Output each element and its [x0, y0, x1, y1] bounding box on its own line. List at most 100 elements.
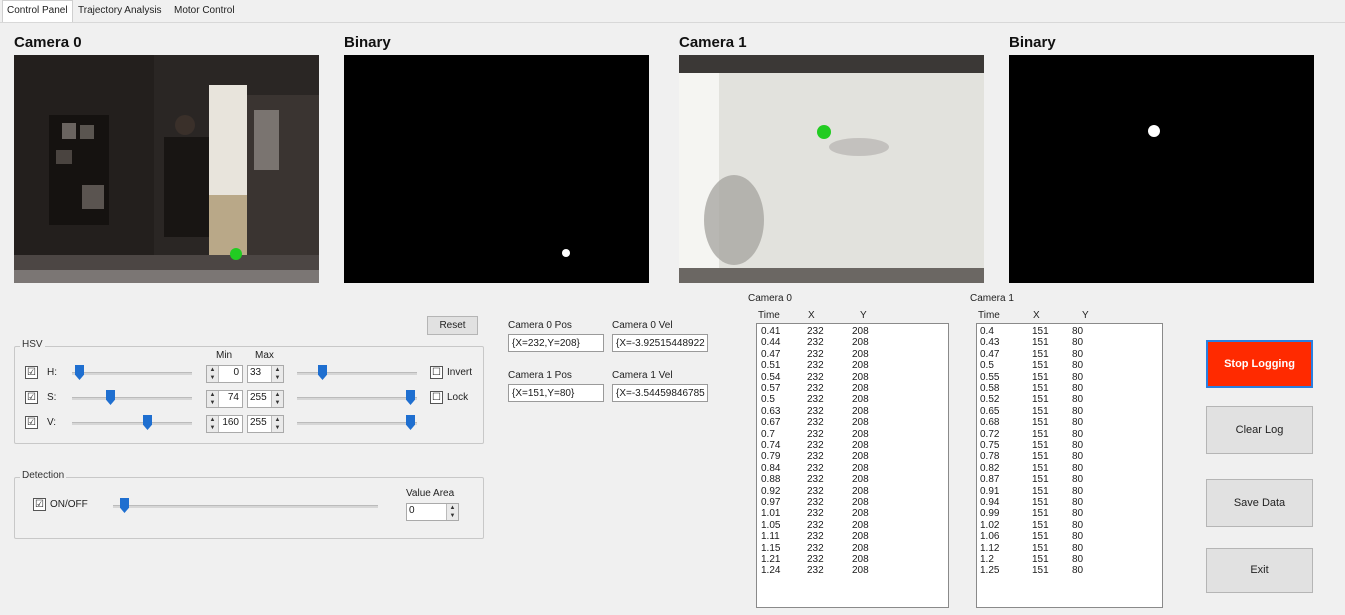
- v-max-value[interactable]: 255: [250, 417, 267, 428]
- spinner-arrows-icon[interactable]: ▲ ▼: [207, 366, 219, 382]
- camera-1-vel-field[interactable]: {X=-3.54459846785: [612, 384, 708, 402]
- spinner-arrows-icon[interactable]: ▲ ▼: [446, 504, 458, 520]
- binary-0-image: [344, 55, 649, 283]
- log-cell-y: 208: [852, 440, 869, 451]
- v-min-spinner[interactable]: ▲ ▼ 160: [206, 415, 243, 433]
- camera-0-pos-field[interactable]: {X=232,Y=208}: [508, 334, 604, 352]
- log-cell-time: 0.68: [980, 417, 1000, 429]
- h-min-value[interactable]: 0: [233, 367, 239, 378]
- log-cell-y: 80: [1072, 462, 1084, 474]
- spinner-arrows-icon[interactable]: ▲ ▼: [207, 391, 219, 407]
- spinner-arrows-icon[interactable]: ▲ ▼: [207, 416, 219, 432]
- v-checkbox[interactable]: ☑: [25, 416, 38, 429]
- h-max-spinner[interactable]: 33 ▲ ▼: [247, 365, 284, 383]
- log-cell-x: 151: [1032, 440, 1049, 451]
- s-max-spinner[interactable]: 255 ▲ ▼: [247, 390, 284, 408]
- log-cell-time: 1.2: [980, 554, 994, 565]
- log-cell-time: 1.01: [761, 508, 781, 520]
- spinner-arrows-icon[interactable]: ▲ ▼: [271, 391, 283, 407]
- value-area-spinner[interactable]: 0 ▲ ▼: [406, 503, 459, 521]
- log-cell-y: 80: [1072, 485, 1084, 497]
- invert-checkbox[interactable]: ☐: [430, 366, 443, 379]
- log-cell-time: 0.51: [761, 360, 781, 372]
- tab-trajectory-analysis[interactable]: Trajectory Analysis: [74, 2, 166, 20]
- log-cell-time: 0.79: [761, 451, 781, 463]
- camera-0-title: Camera 0: [14, 34, 82, 51]
- spinner-arrows-icon[interactable]: ▲ ▼: [271, 366, 283, 382]
- spinner-arrows-icon[interactable]: ▲ ▼: [271, 416, 283, 432]
- camera-0-pos-label: Camera 0 Pos: [508, 320, 572, 331]
- s-min-spinner[interactable]: ▲ ▼ 74: [206, 390, 243, 408]
- camera-1-pos-field[interactable]: {X=151,Y=80}: [508, 384, 604, 402]
- camera-0-vel-label: Camera 0 Vel: [612, 320, 673, 331]
- log-cell-x: 232: [807, 474, 824, 486]
- v-min-slider-track[interactable]: [72, 422, 192, 425]
- stop-logging-button[interactable]: Stop Logging: [1206, 340, 1313, 388]
- save-data-button[interactable]: Save Data: [1206, 479, 1313, 527]
- exit-button[interactable]: Exit: [1206, 548, 1313, 593]
- s-max-slider-track[interactable]: [297, 397, 417, 400]
- detection-onoff-checkbox[interactable]: ☑: [33, 498, 46, 511]
- log-cell-x: 232: [807, 531, 824, 543]
- log-cell-y: 80: [1072, 554, 1084, 565]
- log-cell-y: 208: [852, 451, 869, 463]
- camera-1-log-list[interactable]: 0.4 151 80 0.43 151 80 0.47 151 80 0.5 151 80 0.55 15…: [976, 323, 1163, 608]
- reset-button[interactable]: Reset: [427, 316, 478, 335]
- camera-0-log-label: Camera 0: [748, 293, 792, 304]
- log-cell-y: 80: [1072, 394, 1084, 406]
- log-cell-time: 0.84: [761, 462, 781, 474]
- detection-group-label: Detection: [20, 470, 67, 481]
- log-cell-y: 80: [1072, 371, 1084, 383]
- log-cell-x: 151: [1032, 337, 1049, 349]
- max-label: Max: [255, 350, 274, 361]
- log-cell-x: 151: [1032, 554, 1049, 565]
- log-cell-y: 208: [852, 531, 869, 543]
- log-cell-y: 208: [852, 462, 869, 474]
- camera-0-vel-field[interactable]: {X=-3.92515448922: [612, 334, 708, 352]
- tab-control-panel[interactable]: Control Panel: [2, 0, 73, 22]
- s-max-value[interactable]: 255: [250, 392, 267, 403]
- log-cell-y: 208: [852, 360, 869, 372]
- log-cell-x: 151: [1032, 451, 1049, 463]
- log-cell-time: 0.58: [980, 383, 1000, 394]
- binary-blob: [1148, 125, 1160, 137]
- tab-motor-control[interactable]: Motor Control: [170, 2, 239, 20]
- detection-slider-track[interactable]: [113, 505, 378, 508]
- log-cell-y: 80: [1072, 428, 1084, 440]
- s-min-slider-track[interactable]: [72, 397, 192, 400]
- h-max-value[interactable]: 33: [250, 367, 261, 378]
- log-cell-time: 0.78: [980, 451, 1000, 463]
- log-cell-x: 232: [807, 565, 824, 577]
- log-cell-x: 232: [807, 440, 824, 451]
- log-cell-y: 208: [852, 417, 869, 429]
- value-area-value[interactable]: 0: [409, 505, 415, 516]
- log-cell-x: 151: [1032, 428, 1049, 440]
- log-cell-x: 151: [1032, 383, 1049, 394]
- v-max-slider-track[interactable]: [297, 422, 417, 425]
- log-cell-x: 151: [1032, 394, 1049, 406]
- log-cell-time: 1.11: [761, 531, 780, 543]
- v-max-spinner[interactable]: 255 ▲ ▼: [247, 415, 284, 433]
- h-max-slider-track[interactable]: [297, 372, 417, 375]
- clear-log-button[interactable]: Clear Log: [1206, 406, 1313, 454]
- log-cell-time: 0.47: [980, 348, 1000, 360]
- log-cell-time: 0.47: [761, 348, 781, 360]
- h-min-slider-track[interactable]: [72, 372, 192, 375]
- log-cell-x: 232: [807, 337, 824, 349]
- log-cell-time: 0.88: [761, 474, 781, 486]
- s-min-value[interactable]: 74: [228, 392, 239, 403]
- log-cell-y: 208: [852, 519, 869, 531]
- camera-0-log-list[interactable]: 0.41 232 208 0.44 232 208 0.47 232 208 0.51 232 208…: [756, 323, 949, 608]
- h-min-spinner[interactable]: ▲ ▼ 0: [206, 365, 243, 383]
- log-cell-time: 1.06: [980, 531, 1000, 543]
- log-cell-y: 208: [852, 428, 869, 440]
- lock-checkbox[interactable]: ☐: [430, 391, 443, 404]
- log-cell-time: 0.43: [980, 337, 1000, 349]
- invert-label: Invert: [447, 367, 473, 378]
- h-checkbox[interactable]: ☑: [25, 366, 38, 379]
- log0-header-time: Time: [758, 310, 780, 321]
- log-cell-x: 151: [1032, 371, 1049, 383]
- v-min-value[interactable]: 160: [222, 417, 239, 428]
- s-checkbox[interactable]: ☑: [25, 391, 38, 404]
- log-cell-time: 0.44: [761, 337, 781, 349]
